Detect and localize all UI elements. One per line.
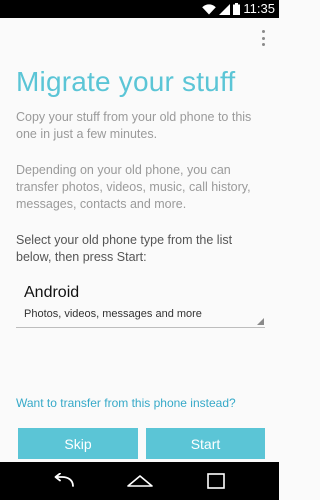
home-button[interactable] — [110, 462, 170, 500]
spinner-selected-value: Android — [24, 284, 80, 301]
overflow-dot — [261, 36, 265, 40]
home-icon — [127, 475, 153, 487]
overflow-dot — [261, 30, 265, 33]
transfer-from-this-phone-link[interactable]: Want to transfer from this phone instead… — [16, 396, 236, 410]
instruction-text: Select your old phone type from the list… — [16, 233, 233, 264]
status-time: 11:35 — [243, 1, 275, 16]
overflow-dot — [261, 43, 265, 46]
start-button[interactable]: Start — [146, 428, 265, 459]
migrate-screen: Migrate your stuff Copy your stuff from … — [0, 18, 279, 462]
battery-icon — [233, 3, 241, 15]
phone-type-spinner[interactable]: Android Photos, videos, messages and mor… — [16, 280, 265, 328]
intro-text: Copy your stuff from your old phone to t… — [16, 110, 252, 141]
wifi-icon — [202, 3, 217, 14]
signal-icon — [219, 3, 231, 15]
recents-icon — [207, 473, 225, 489]
back-button[interactable] — [34, 462, 94, 500]
spinner-arrow-icon — [257, 318, 264, 325]
recents-button[interactable] — [186, 462, 246, 500]
page-title: Migrate your stuff — [16, 66, 236, 97]
back-icon — [54, 473, 74, 487]
status-icons: 11:35 — [202, 0, 275, 18]
details-text: Depending on your old phone, you can tra… — [16, 163, 251, 211]
skip-button[interactable]: Skip — [18, 428, 138, 459]
status-bar: 11:35 — [0, 0, 279, 18]
overflow-menu-icon[interactable] — [257, 28, 269, 48]
navigation-bar — [0, 462, 279, 500]
spinner-description: Photos, videos, messages and more — [24, 308, 202, 320]
